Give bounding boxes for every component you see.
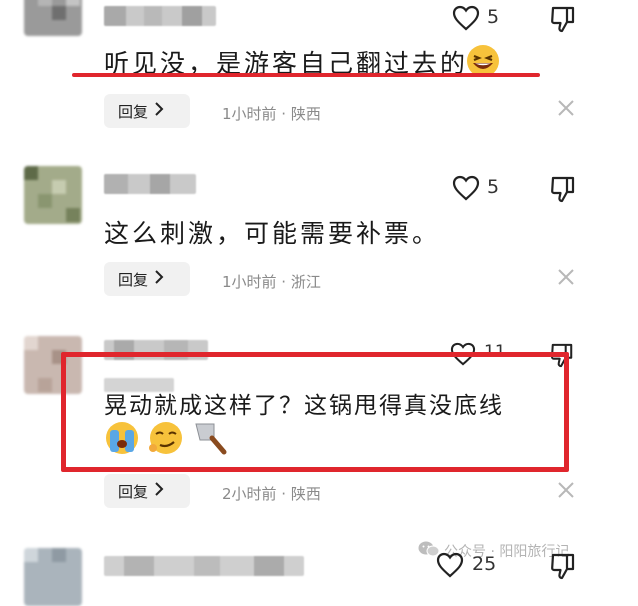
avatar[interactable] [24,0,82,36]
chevron-right-icon [154,102,164,120]
reply-label: 回复 [118,482,149,501]
avatar[interactable] [24,166,82,224]
close-icon[interactable] [557,268,575,291]
heart-outline-icon[interactable] [436,552,464,578]
thumbs-down-icon[interactable] [550,5,576,33]
highlight-underline [72,73,540,77]
username[interactable] [104,556,304,576]
thumbs-down-icon[interactable] [550,552,576,580]
thumbs-down-icon[interactable] [550,175,576,203]
like-count: 5 [487,6,500,28]
comment-meta: 2小时前 · 陕西 [222,485,321,503]
like-count: 25 [472,553,497,575]
highlight-box [61,352,569,472]
reply-label: 回复 [118,270,149,289]
reply-label: 回复 [118,102,149,121]
comment-text: 这么刺激，可能需要补票。 [104,219,441,248]
reply-button[interactable]: 回复 [104,94,190,128]
close-icon[interactable] [557,481,575,504]
reply-button[interactable]: 回复 [104,474,190,508]
heart-outline-icon[interactable] [452,5,480,31]
username[interactable] [104,6,216,26]
chevron-right-icon [154,270,164,288]
chevron-right-icon [154,482,164,500]
comment-meta: 1小时前 · 浙江 [222,273,321,291]
heart-outline-icon[interactable] [452,175,480,201]
comment-meta: 1小时前 · 陕西 [222,105,321,123]
reply-button[interactable]: 回复 [104,262,190,296]
avatar[interactable] [24,548,82,606]
username[interactable] [104,174,196,194]
close-icon[interactable] [557,99,575,122]
like-count: 5 [487,176,500,198]
